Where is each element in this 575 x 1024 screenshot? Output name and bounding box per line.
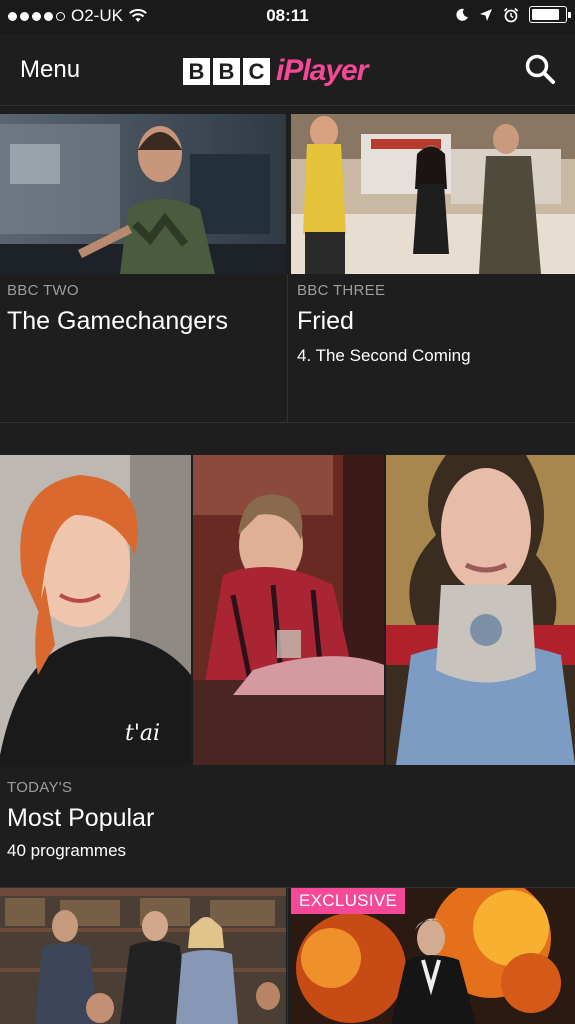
moon-icon [456,8,468,21]
popular-thumbnail [193,455,384,765]
programme-title: The Gamechangers [7,307,228,335]
programme-card-exclusive[interactable]: EXCLUSIVE [288,888,575,1024]
channel-label: BBC THREE [297,282,386,299]
popular-caption: TODAY'S Most Popular 40 programmes [7,779,567,861]
menu-button[interactable]: Menu [20,56,80,84]
bbc-logo-blocks: B B C [183,57,270,85]
programme-count: 40 programmes [7,841,127,860]
collection-title: Most Popular [7,804,155,832]
svg-text:t'ai: t'ai [125,721,160,746]
collection-kicker: TODAY'S [7,779,73,796]
programme-caption: BBC THREE Fried 4. The Second Coming [297,282,567,366]
status-right [455,6,571,23]
battery-fill [532,9,560,20]
programme-card-gamechangers[interactable]: BBC TWO The Gamechangers [0,108,287,422]
episode-title: 4. The Second Coming [297,346,471,365]
most-popular-collection[interactable]: t'ai TODAY'S Most Popular 40 programmes [0,455,575,887]
section-divider [0,422,575,423]
programme-thumbnail [0,114,286,274]
search-icon[interactable] [523,52,557,86]
iplayer-wordmark: iPlayer [276,54,368,87]
nav-bar: Menu B B C iPlayer [0,34,575,106]
programme-thumbnail [291,114,575,274]
location-arrow-icon [480,8,492,21]
channel-label: BBC TWO [7,282,79,299]
programme-caption: BBC TWO The Gamechangers [7,282,279,336]
programme-card-fried[interactable]: BBC THREE Fried 4. The Second Coming [288,108,575,422]
programme-card-bottom-left[interactable] [0,888,287,1024]
programme-thumbnail [0,888,286,1024]
bbc-block: C [243,57,270,85]
popular-thumbnail: t'ai [0,455,191,765]
programme-title: Fried [297,307,354,335]
popular-thumbnail [386,455,575,765]
bbc-block: B [183,57,210,85]
battery-icon [529,6,571,23]
exclusive-badge: EXCLUSIVE [291,888,406,914]
bbc-iplayer-logo[interactable]: B B C iPlayer [183,54,368,88]
status-bar: O2-UK 08:11 [0,0,575,34]
bbc-block: B [213,57,240,85]
alarm-icon [503,7,519,22]
